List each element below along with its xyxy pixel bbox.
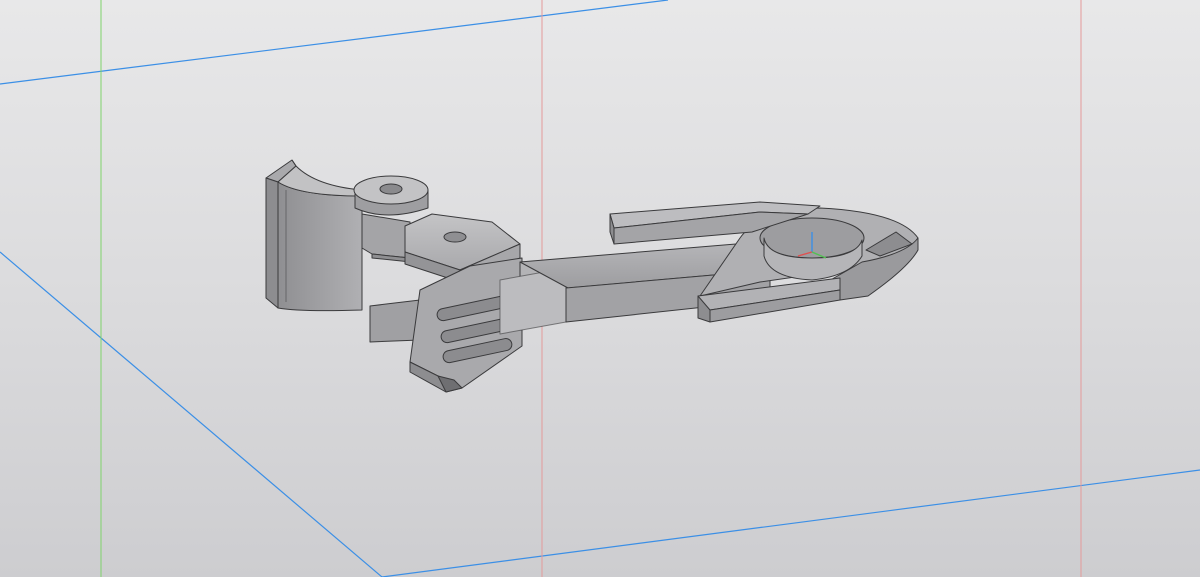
3d-scene-canvas[interactable]	[0, 0, 1200, 577]
3d-part-model[interactable]	[265, 159, 919, 393]
grid-plane-edge-bottom	[381, 469, 1200, 577]
3d-viewport[interactable]	[0, 0, 1200, 577]
hinge-cylinder[interactable]	[353, 175, 429, 216]
body-slotted-block[interactable]	[369, 257, 567, 393]
grid-plane-edge-top	[0, 0, 669, 85]
clamp-jaw[interactable]	[265, 159, 363, 312]
